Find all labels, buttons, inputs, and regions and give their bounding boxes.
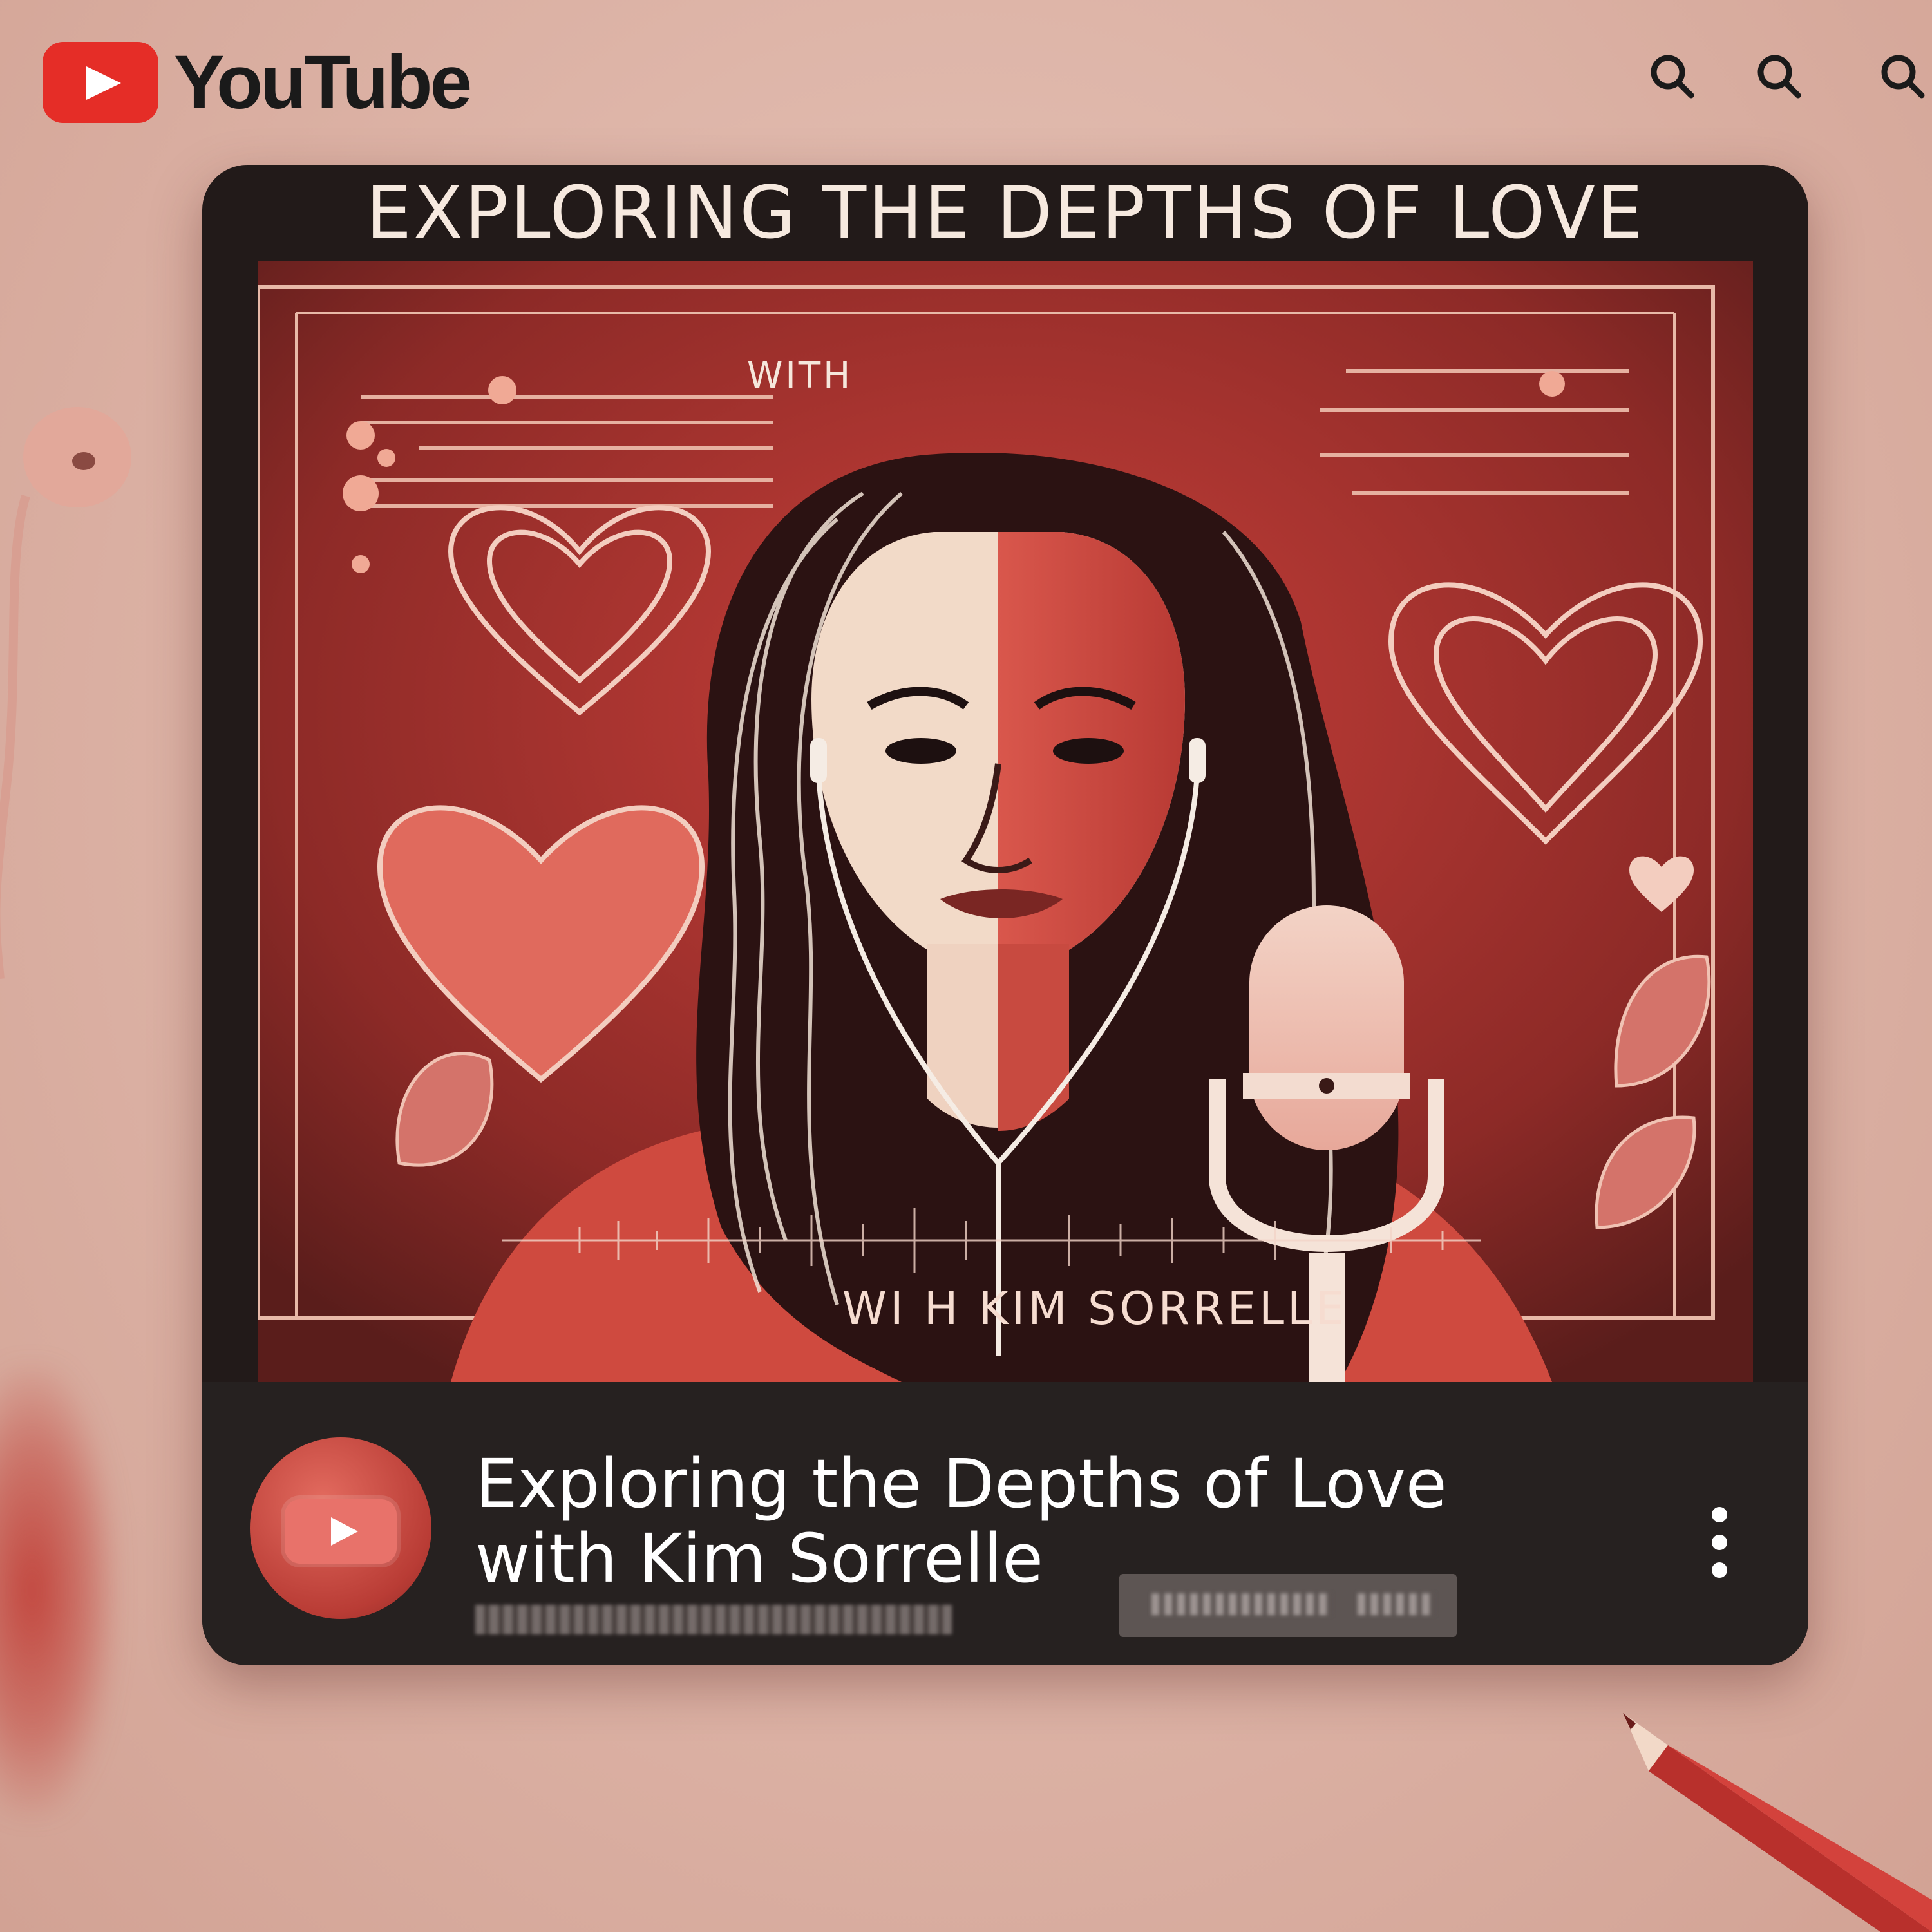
video-title[interactable]: Exploring the Depths of Love with Kim So…: [475, 1446, 1634, 1596]
pencil-decoration: [1623, 1713, 1932, 1932]
more-vert-icon[interactable]: [1707, 1507, 1732, 1578]
top-bar: YouTube: [0, 0, 1932, 161]
thumbnail-banner-title: EXPLORING THE DEPTHS OF LOVE: [366, 171, 1645, 255]
search-icon: [1651, 55, 1694, 99]
search-button-3[interactable]: [1877, 50, 1928, 102]
search-icon: [1757, 55, 1801, 99]
video-meta-blurred: [475, 1605, 952, 1634]
search-icon: [1881, 55, 1925, 99]
channel-avatar[interactable]: [250, 1437, 431, 1619]
art-host-label: WI H KIM SORRELLE: [842, 1282, 1347, 1335]
video-thumbnail[interactable]: WITH WI H KIM SORRELLE: [258, 261, 1753, 1382]
video-title-line-1: Exploring the Depths of Love: [475, 1444, 1447, 1523]
video-title-line-2: with Kim Sorrelle: [475, 1519, 1043, 1598]
thumbnail-illustration: WITH WI H KIM SORRELLE: [258, 261, 1753, 1382]
earbud-decoration: [0, 407, 131, 979]
background-flower: [0, 1365, 116, 1816]
video-badge-blurred: [1119, 1574, 1457, 1637]
art-with-label: WITH: [747, 355, 853, 397]
video-card[interactable]: EXPLORING THE DEPTHS OF LOVE WITH WI H K…: [202, 165, 1808, 1665]
search-button-1[interactable]: [1646, 50, 1698, 102]
youtube-play-icon: [43, 42, 158, 123]
logo-text: YouTube: [174, 40, 472, 125]
youtube-play-icon: [285, 1499, 397, 1564]
youtube-logo[interactable]: YouTube: [43, 39, 472, 126]
video-info-bar: Exploring the Depths of Love with Kim So…: [202, 1382, 1808, 1665]
search-button-2[interactable]: [1753, 50, 1804, 102]
